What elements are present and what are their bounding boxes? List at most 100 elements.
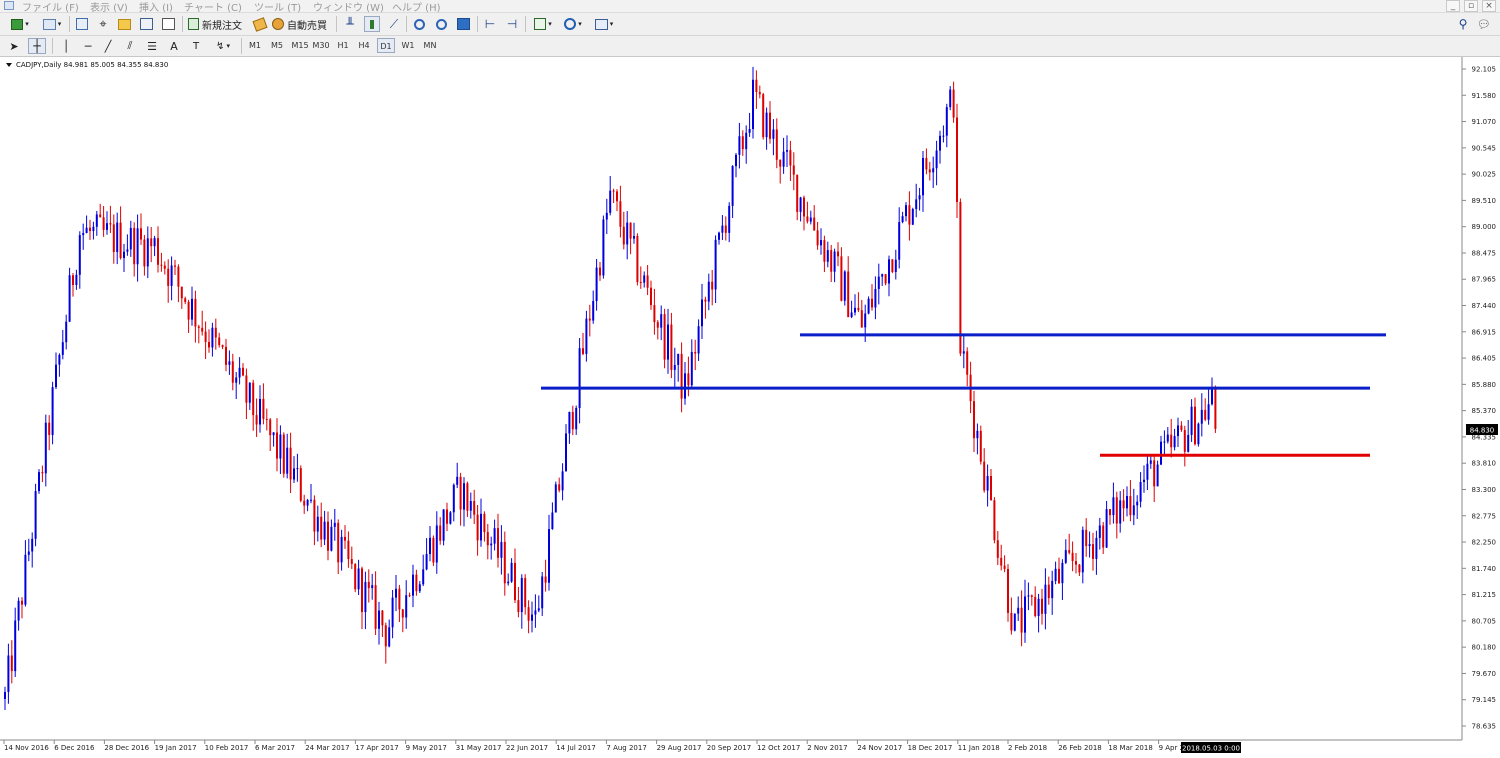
menu-file[interactable]: ファイル (F) <box>22 0 79 14</box>
price-chart[interactable]: 92.105 91.580 91.070 90.545 90.025 89.510 89.0… <box>0 57 1500 754</box>
timeframe-m1[interactable]: M1 <box>246 38 264 53</box>
bullish-candle <box>1051 580 1054 599</box>
vertical-line-button[interactable]: │ <box>58 38 74 54</box>
auto-scroll-button[interactable]: ⊣ <box>504 16 520 32</box>
tile-windows-button[interactable] <box>455 16 471 32</box>
bearish-candle <box>167 268 170 286</box>
bullish-candle <box>534 610 537 615</box>
fibonacci-button[interactable]: ☰ <box>144 38 160 54</box>
text-label-button[interactable]: T <box>188 38 204 54</box>
equidistant-channel-button[interactable]: ⫽ <box>122 38 138 54</box>
templates-button[interactable]: ▾ <box>591 16 617 32</box>
data-window-button[interactable]: ⌖ <box>95 16 111 32</box>
bullish-candle <box>7 655 10 693</box>
bearish-candle <box>871 298 873 308</box>
bullish-candle <box>1027 595 1030 597</box>
bullish-candle <box>932 168 935 173</box>
line-chart-button[interactable]: ⟋ <box>386 16 402 32</box>
bullish-candle <box>456 476 459 485</box>
strategy-tester-button[interactable] <box>160 16 176 32</box>
date-axis-label: 6 Dec 2016 <box>54 744 95 752</box>
menu-insert[interactable]: 挿入 (I) <box>139 0 173 14</box>
bearish-candle <box>187 301 190 320</box>
new-order-button[interactable]: 新規注文 <box>188 16 246 32</box>
bearish-candle <box>143 239 146 267</box>
bullish-candle <box>864 313 867 328</box>
arrows-button[interactable]: ↯ ▾ <box>210 38 236 54</box>
bullish-candle <box>1200 409 1203 424</box>
price-axis-label: 81.215 <box>1472 591 1497 599</box>
bearish-candle <box>1058 568 1060 584</box>
time-axis: 14 Nov 2016 6 Dec 2016 28 Dec 2016 19 Jan 2… <box>3 740 1197 752</box>
bullish-candle <box>412 574 414 596</box>
navigator-button[interactable] <box>116 16 132 32</box>
candlestick-button[interactable] <box>364 16 380 32</box>
auto-trade-button[interactable]: 自動売買 <box>272 16 330 32</box>
crosshair-button[interactable]: ┼ <box>28 38 46 54</box>
bearish-candle <box>344 536 346 541</box>
toolbar-separator <box>52 38 53 54</box>
bearish-candle <box>72 275 74 286</box>
bullish-candle <box>388 627 391 647</box>
bearish-candle <box>112 224 115 253</box>
close-icon[interactable]: × <box>1482 0 1496 12</box>
bullish-candle <box>575 407 578 430</box>
bullish-candle <box>595 267 598 302</box>
trendline-icon: ╱ <box>104 39 112 53</box>
profiles-button[interactable]: ▾ <box>38 16 66 32</box>
bullish-candle <box>643 275 646 283</box>
new-chart-button[interactable]: ▾ <box>6 16 34 32</box>
zoom-in-button[interactable] <box>411 16 427 32</box>
bullish-candle <box>626 222 629 245</box>
timeframe-mn[interactable]: MN <box>420 38 440 53</box>
cursor-button[interactable]: ➤ <box>6 38 22 54</box>
timeframe-d1[interactable]: D1 <box>377 38 395 53</box>
bullish-candle <box>500 541 503 558</box>
bar-chart-button[interactable]: ╨ <box>342 16 358 32</box>
chart-shift-button[interactable]: ⊢ <box>482 16 498 32</box>
timeframe-m15[interactable]: M15 <box>290 38 310 53</box>
text-button[interactable]: A <box>166 38 182 54</box>
bearish-candle <box>1183 430 1186 452</box>
menu-window[interactable]: ウィンドウ (W) <box>313 0 384 14</box>
timeframe-m5[interactable]: M5 <box>268 38 286 53</box>
bullish-candle <box>1013 613 1016 631</box>
minimize-icon[interactable]: _ <box>1446 0 1460 12</box>
zoom-out-button[interactable] <box>433 16 449 32</box>
bullish-candle <box>541 576 544 609</box>
bearish-candle <box>157 238 159 265</box>
timeframe-h4[interactable]: H4 <box>355 38 373 53</box>
menu-tools[interactable]: ツール (T) <box>254 0 301 14</box>
menu-help[interactable]: ヘルプ (H) <box>392 0 441 14</box>
chat-button[interactable]: 💬︎ <box>1476 16 1492 32</box>
trendline-button[interactable]: ╱ <box>100 38 116 54</box>
restore-icon[interactable]: ▫ <box>1464 0 1478 12</box>
horizontal-line-button[interactable]: ─ <box>80 38 96 54</box>
search-button[interactable]: ⚲ <box>1456 16 1470 32</box>
bullish-candle <box>799 197 802 212</box>
bullish-candle <box>55 364 57 388</box>
bullish-candle <box>1187 434 1190 452</box>
date-axis-label: 14 Jul 2017 <box>556 744 596 752</box>
periods-button[interactable]: ▾ <box>560 16 586 32</box>
indicators-button[interactable]: ▾ <box>530 16 556 32</box>
bullish-candle <box>371 585 374 589</box>
price-axis-label: 87.965 <box>1472 276 1497 284</box>
bullish-candle <box>752 79 754 130</box>
bearish-candle <box>150 238 153 247</box>
bullish-candle <box>58 354 61 365</box>
timeframe-m30[interactable]: M30 <box>311 38 331 53</box>
metaeditor-button[interactable] <box>252 16 268 32</box>
terminal-button[interactable] <box>138 16 154 32</box>
menu-chart[interactable]: チャート (C) <box>184 0 242 14</box>
bearish-candle <box>959 201 962 354</box>
market-watch-button[interactable] <box>74 16 90 32</box>
bearish-candle <box>527 607 530 621</box>
bearish-candle <box>201 327 204 332</box>
timeframe-w1[interactable]: W1 <box>399 38 417 53</box>
timeframe-h1[interactable]: H1 <box>334 38 352 53</box>
bearish-candle <box>140 228 142 240</box>
chart-window[interactable]: 92.105 91.580 91.070 90.545 90.025 89.510 89.0… <box>0 57 1500 754</box>
bullish-candle <box>1143 479 1145 482</box>
menu-view[interactable]: 表示 (V) <box>90 0 128 14</box>
